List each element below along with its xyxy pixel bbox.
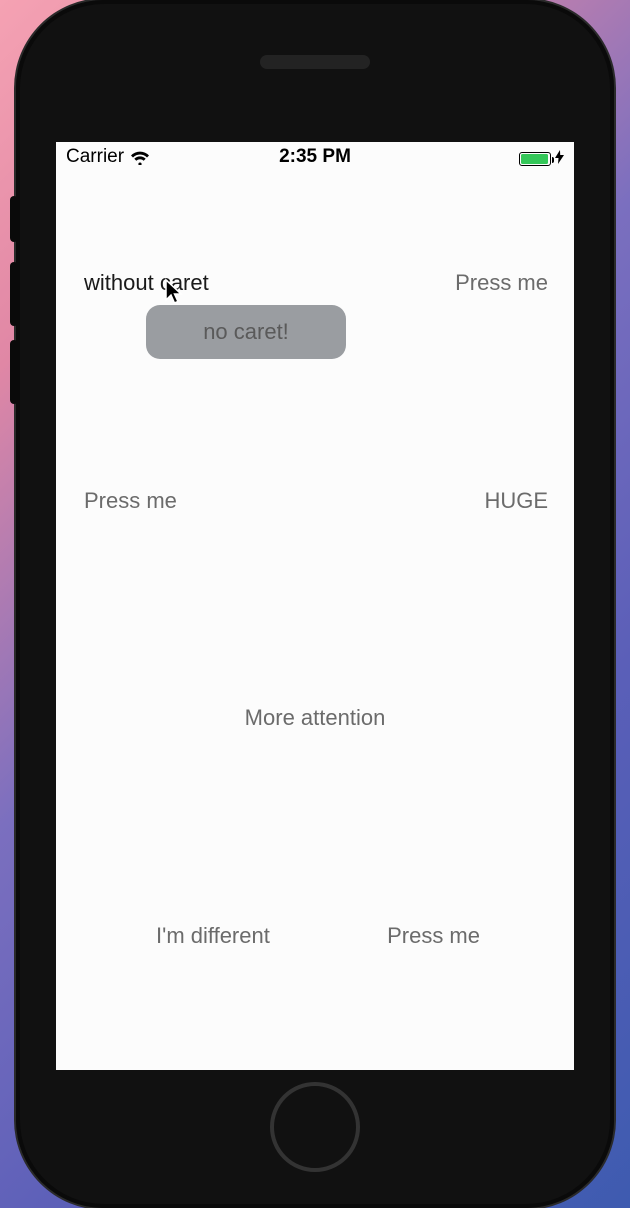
huge-button[interactable]: HUGE bbox=[484, 488, 548, 514]
home-button[interactable] bbox=[270, 1082, 360, 1172]
clock-label: 2:35 PM bbox=[279, 146, 351, 168]
im-different-button[interactable]: I'm different bbox=[156, 923, 270, 949]
phone-side-button bbox=[10, 196, 18, 242]
more-attention-button[interactable]: More attention bbox=[245, 705, 386, 731]
press-me-button-bottom-right[interactable]: Press me bbox=[387, 923, 480, 949]
phone-frame: Carrier 2:35 PM without caret Pr bbox=[16, 0, 614, 1208]
tooltip-text: no caret! bbox=[203, 319, 289, 344]
tooltip-no-caret: no caret! bbox=[146, 305, 346, 359]
battery-icon bbox=[519, 152, 551, 166]
carrier-label: Carrier bbox=[66, 146, 124, 168]
charging-icon bbox=[555, 148, 564, 170]
phone-side-button bbox=[10, 340, 18, 404]
screen: Carrier 2:35 PM without caret Pr bbox=[56, 142, 574, 1070]
press-me-button-mid-left[interactable]: Press me bbox=[84, 488, 177, 514]
without-caret-button[interactable]: without caret bbox=[84, 270, 209, 296]
wifi-icon bbox=[130, 149, 150, 165]
content-area: without caret Press me no caret! Press m… bbox=[56, 170, 574, 1070]
phone-side-button bbox=[10, 262, 18, 326]
phone-speaker bbox=[260, 55, 370, 69]
press-me-button-top-right[interactable]: Press me bbox=[455, 270, 548, 296]
status-bar: Carrier 2:35 PM bbox=[56, 142, 574, 170]
